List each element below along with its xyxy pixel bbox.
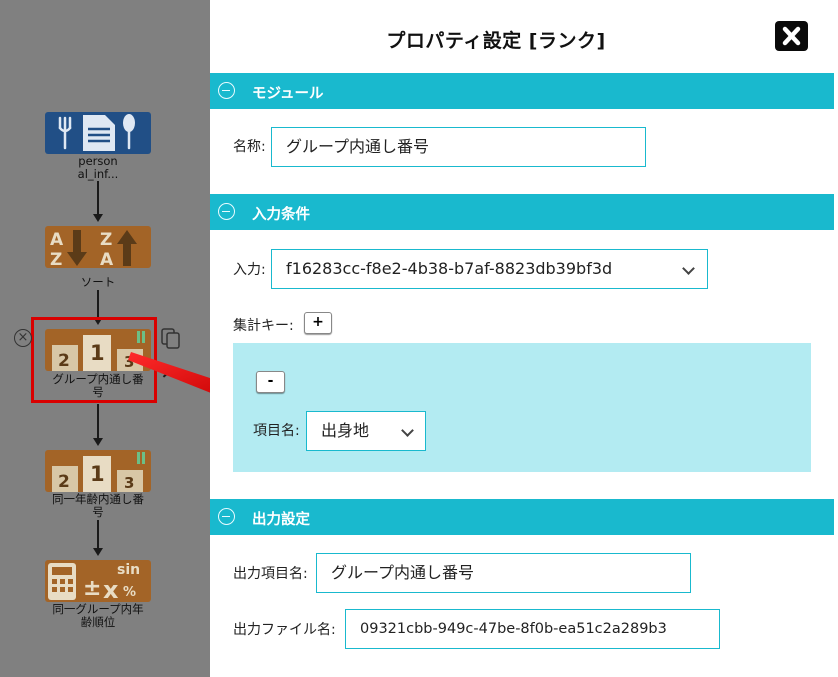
node-personal-info[interactable] [45, 112, 151, 154]
output-file-field[interactable]: 09321cbb-949c-47be-8f0b-ea51c2a289b3 [345, 609, 720, 649]
agg-key-label: 集計キー: [233, 318, 294, 334]
chevron-down-icon [682, 262, 695, 275]
svg-text:±: ± [83, 576, 101, 601]
node-label-personal-info: person al_inf... [77, 154, 119, 181]
name-label: 名称: [233, 139, 266, 155]
property-dialog: プロパティ設定 [ランク] モジュール 名称: グループ内通し番号 入力条件 入… [210, 0, 838, 677]
section-module-title: モジュール [252, 86, 324, 102]
delete-node-icon[interactable]: × [14, 329, 32, 347]
output-item-label: 出力項目名: [233, 566, 308, 582]
input-select[interactable]: f16283cc-f8e2-4b38-b7af-8823db39bf3d [271, 249, 708, 289]
section-input-header[interactable]: 入力条件 [210, 194, 834, 230]
calculator-math-icon: ± x % sin [48, 562, 140, 604]
agg-key-group: - 項目名: 出身地 [233, 343, 811, 472]
ranking-podium-icon: 2 1 3 [52, 452, 145, 492]
svg-text:Z: Z [50, 250, 62, 268]
item-name-value: 出身地 [321, 421, 370, 440]
node-label-sort: ソート [80, 275, 116, 289]
output-item-field[interactable]: グループ内通し番号 [316, 553, 691, 593]
dialog-header: プロパティ設定 [ランク] [210, 0, 838, 72]
input-label: 入力: [233, 262, 266, 278]
section-output-header[interactable]: 出力設定 [210, 499, 834, 535]
section-input-title: 入力条件 [252, 207, 310, 223]
document-utensils-icon [58, 114, 135, 151]
collapse-icon[interactable] [218, 203, 235, 220]
node-age-rank[interactable]: 2 1 3 [45, 450, 151, 492]
input-select-value: f16283cc-f8e2-4b38-b7af-8823db39bf3d [286, 259, 613, 278]
node-label-group-age-order: 同一グループ内年 齢順位 [52, 602, 144, 629]
close-button[interactable] [775, 21, 808, 51]
svg-text:A: A [100, 250, 114, 268]
item-name-label: 項目名: [253, 423, 300, 439]
dialog-title: プロパティ設定 [ランク] [386, 30, 606, 52]
item-name-select[interactable]: 出身地 [306, 411, 426, 451]
svg-text:x: x [103, 576, 119, 602]
output-file-label: 出力ファイル名: [233, 622, 336, 638]
svg-text:1: 1 [90, 462, 105, 486]
workflow-canvas: person al_inf... AZ ZA ソート 2 1 3 グループ内通し… [0, 0, 210, 677]
svg-text:%: % [123, 585, 136, 600]
remove-key-button[interactable]: - [256, 371, 285, 393]
node-label-age-rank: 同一年齢内通し番 号 [52, 492, 144, 519]
node-group-age-order[interactable]: ± x % sin [45, 560, 151, 604]
node-sort[interactable]: AZ ZA [45, 226, 151, 270]
chevron-down-icon [401, 424, 414, 437]
collapse-icon[interactable] [218, 508, 235, 525]
svg-text:A: A [50, 230, 64, 250]
sort-az-icon: AZ ZA [50, 230, 137, 270]
section-module-header[interactable]: モジュール [210, 73, 834, 109]
svg-text:Z: Z [100, 230, 112, 250]
close-icon [782, 26, 801, 46]
svg-text:sin: sin [117, 562, 140, 578]
collapse-icon[interactable] [218, 82, 235, 99]
svg-text:2: 2 [58, 472, 70, 492]
section-output-title: 出力設定 [252, 512, 310, 528]
svg-text:3: 3 [124, 474, 134, 492]
name-field[interactable]: グループ内通し番号 [271, 127, 646, 167]
add-key-button[interactable]: + [304, 312, 332, 334]
